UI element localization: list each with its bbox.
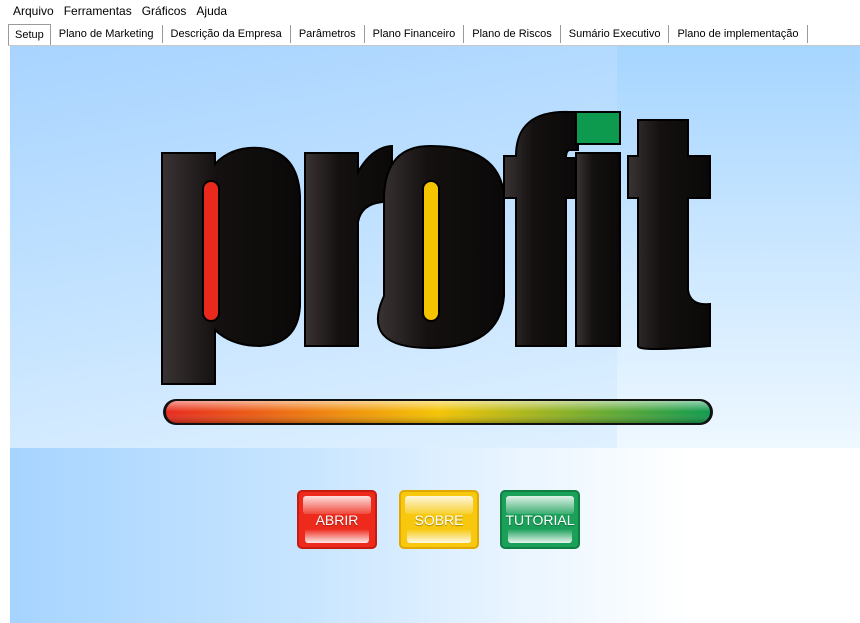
tab-sumario-executivo[interactable]: Sumário Executivo [561,25,670,43]
tab-descricao-da-empresa[interactable]: Descrição da Empresa [163,25,291,43]
menu-ajuda[interactable]: Ajuda [191,0,232,22]
letter-f [503,110,579,347]
letter-p [161,146,301,385]
tutorial-button-label: TUTORIAL [505,511,575,528]
letter-i [575,111,621,347]
sobre-button-label: SOBRE [414,511,464,528]
logo-gradient-bar [163,399,713,425]
tutorial-button[interactable]: TUTORIAL [500,490,580,549]
letter-o [376,144,505,350]
tab-parametros[interactable]: Parâmetros [291,25,365,43]
tab-plano-de-marketing[interactable]: Plano de Marketing [51,25,163,43]
menu-bar: Arquivo Ferramentas Gráficos Ajuda [0,0,860,22]
setup-panel: ABRIR SOBRE TUTORIAL [10,46,860,623]
abrir-button-label: ABRIR [315,511,359,528]
abrir-button[interactable]: ABRIR [297,490,377,549]
menu-graficos[interactable]: Gráficos [137,0,192,22]
menu-arquivo[interactable]: Arquivo [8,0,59,22]
tab-plano-financeiro[interactable]: Plano Financeiro [365,25,465,43]
profit-logo [161,110,713,425]
letter-t [627,119,711,350]
tab-plano-de-riscos[interactable]: Plano de Riscos [464,25,561,43]
menu-ferramentas[interactable]: Ferramentas [59,0,137,22]
tab-plano-de-implementacao[interactable]: Plano de implementação [669,25,808,43]
tab-setup[interactable]: Setup [8,24,51,46]
sobre-button[interactable]: SOBRE [399,490,479,549]
tab-strip: Setup Plano de Marketing Descrição da Em… [0,22,860,46]
